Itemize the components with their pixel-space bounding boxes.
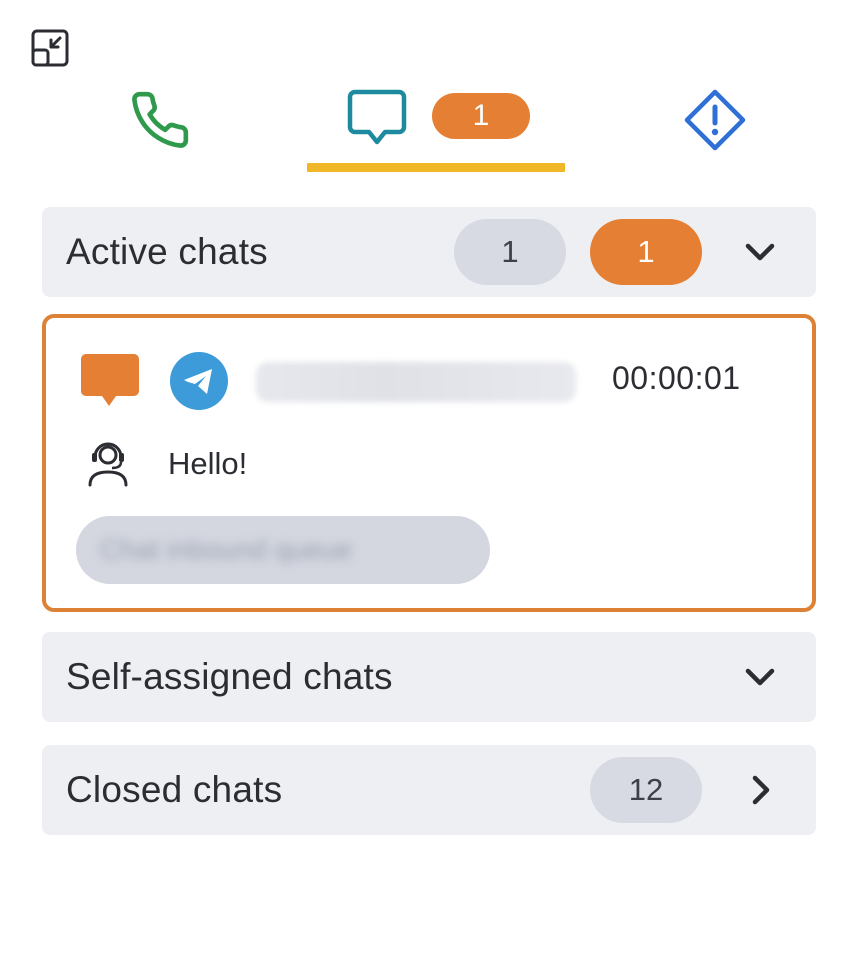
last-message: Hello! <box>168 446 248 481</box>
contact-name-redacted <box>256 362 576 402</box>
expand-button[interactable] <box>742 659 778 695</box>
section-active-chats[interactable]: Active chats 1 1 <box>42 207 816 297</box>
chat-timer: 00:00:01 <box>612 360 741 396</box>
collapse-button[interactable] <box>28 28 72 68</box>
queue-tag: Chat inbound queue <box>76 516 490 584</box>
section-closed-chats[interactable]: Closed chats 12 <box>42 745 816 835</box>
tab-chats[interactable]: 1 <box>307 80 565 160</box>
active-count-badge: 1 <box>454 219 566 285</box>
agent-headset-icon <box>88 442 128 487</box>
section-title: Closed chats <box>66 769 283 810</box>
phone-icon <box>132 91 189 148</box>
chevron-right-icon <box>752 775 770 805</box>
chevron-down-icon <box>745 668 775 686</box>
chat-card[interactable]: 00:00:01 Hello! Chat inbound queue <box>42 314 816 612</box>
tab-alerts[interactable] <box>665 80 765 160</box>
chevron-down-icon <box>745 243 775 261</box>
queue-tag-label: Chat inbound queue <box>100 534 353 565</box>
active-unread-badge: 1 <box>590 219 702 285</box>
active-tab-indicator <box>307 163 565 172</box>
open-button[interactable] <box>742 772 778 808</box>
chat-bubble-filled-icon <box>81 354 139 406</box>
chat-bubble-icon <box>347 89 407 145</box>
telegram-icon <box>170 352 228 410</box>
expand-button[interactable] <box>742 234 778 270</box>
collapse-icon <box>31 29 69 67</box>
section-title: Active chats <box>66 231 268 272</box>
closed-count-badge: 12 <box>590 757 702 823</box>
section-self-assigned-chats[interactable]: Self-assigned chats <box>42 632 816 722</box>
chats-unread-badge: 1 <box>432 93 530 139</box>
section-title: Self-assigned chats <box>66 656 393 697</box>
tab-calls[interactable] <box>110 80 210 160</box>
alert-diamond-icon <box>684 89 746 151</box>
